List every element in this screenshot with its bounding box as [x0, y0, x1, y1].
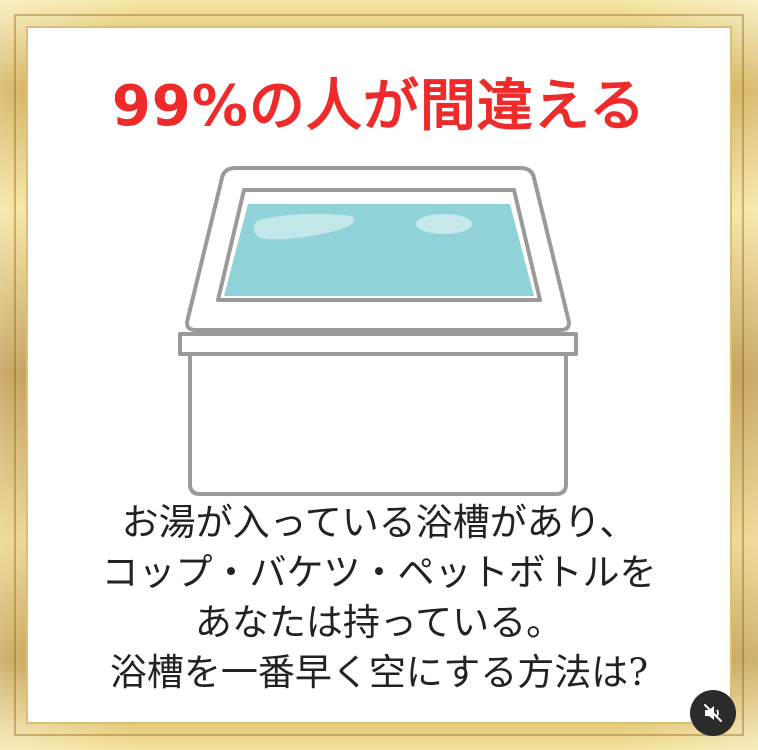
mute-button[interactable]	[690, 690, 736, 736]
bathtub-illustration	[178, 166, 578, 496]
video-frame: 99%の人が間違える お湯が入っている浴槽があり、 コップ・バケツ・ペットボトル…	[0, 0, 758, 750]
question-line: あなたは持っている。	[194, 601, 564, 644]
muted-speaker-icon	[704, 704, 722, 722]
question-line: お湯が入っている浴槽があり、	[121, 501, 637, 544]
question-line: 浴槽を一番早く空にする方法は?	[109, 651, 649, 694]
headline: 99%の人が間違える	[111, 74, 647, 139]
content-panel: 99%の人が間違える お湯が入っている浴槽があり、 コップ・バケツ・ペットボトル…	[26, 26, 732, 724]
question-text: お湯が入っている浴槽があり、 コップ・バケツ・ペットボトルを あなたは持っている…	[26, 498, 732, 698]
question-line: コップ・バケツ・ペットボトルを	[101, 551, 657, 594]
